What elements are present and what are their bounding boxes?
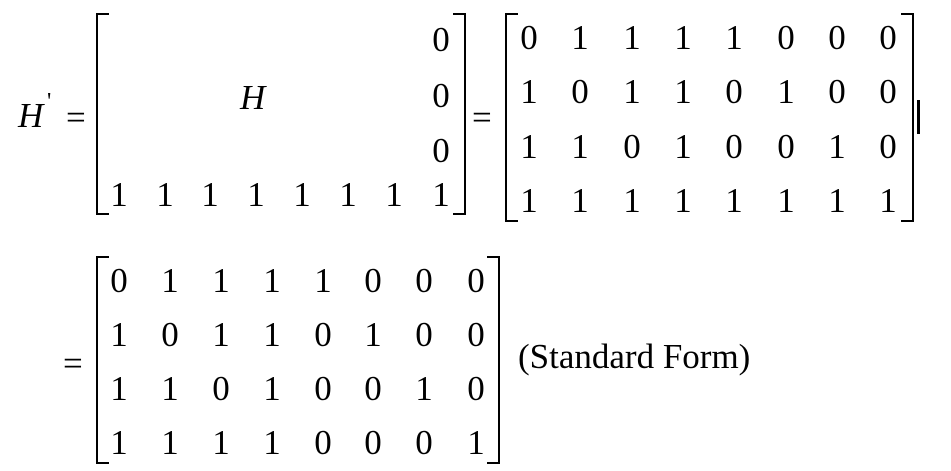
matrix-cell: 0 — [432, 131, 450, 170]
matrix-cell: 0 — [467, 261, 485, 300]
matrix-cell: 0 — [415, 315, 433, 354]
matrix-cell: 0 — [777, 18, 795, 57]
matrix-cell: 1 — [212, 423, 230, 462]
equals-sign-1: = — [66, 98, 86, 137]
prime-mark: ' — [47, 89, 52, 115]
matrix-cell: 0 — [364, 261, 382, 300]
matrix-cell: 1 — [674, 181, 692, 220]
matrix-cell: 1 — [828, 181, 846, 220]
matrix-cell: 1 — [432, 175, 450, 214]
matrix-cell: 1 — [571, 18, 589, 57]
matrix-cell: 0 — [879, 72, 897, 111]
matrix-cell: 1 — [725, 181, 743, 220]
matrix-cell: 1 — [674, 72, 692, 111]
matrix-cell: 0 — [828, 72, 846, 111]
matrix-cell: 1 — [110, 369, 128, 408]
matrix-cell: 1 — [674, 18, 692, 57]
matrix-cell: 1 — [247, 175, 265, 214]
equals-sign-3: = — [63, 344, 83, 383]
matrix-cell: 0 — [623, 127, 641, 166]
matrix-cell: 0 — [467, 315, 485, 354]
matrix-cell: 0 — [432, 76, 450, 115]
matrix-cell: 0 — [415, 261, 433, 300]
matrix-cell: 1 — [263, 261, 281, 300]
matrix-cell: 1 — [828, 127, 846, 166]
matrix-cell: 1 — [415, 369, 433, 408]
matrix-cell: 0 — [879, 18, 897, 57]
matrix-cell: 0 — [415, 423, 433, 462]
matrix-cell: 0 — [432, 20, 450, 59]
matrix-cell: 1 — [110, 175, 128, 214]
matrix-cell: 1 — [777, 181, 795, 220]
matrix-cell: 1 — [110, 423, 128, 462]
matrix-cell: 1 — [263, 315, 281, 354]
matrix-cell: 1 — [571, 127, 589, 166]
lhs-symbol: H — [18, 96, 44, 135]
matrix-cell: 1 — [161, 423, 179, 462]
matrix-cell: 0 — [725, 127, 743, 166]
matrix-cell: 0 — [777, 127, 795, 166]
submatrix-label: H — [240, 78, 266, 117]
matrix-cell: 0 — [571, 72, 589, 111]
matrix-cell: 0 — [879, 127, 897, 166]
matrix-cell: 0 — [364, 423, 382, 462]
matrix-cell: 1 — [520, 72, 538, 111]
matrix-cell: 0 — [314, 315, 332, 354]
matrix-cell: 1 — [263, 423, 281, 462]
matrix-cell: 1 — [110, 315, 128, 354]
matrix-cell: 1 — [364, 315, 382, 354]
matrix-cell: 0 — [520, 18, 538, 57]
matrix-cell: 1 — [212, 315, 230, 354]
matrix-cell: 1 — [212, 261, 230, 300]
matrix-cell: 1 — [339, 175, 357, 214]
equals-sign-2: = — [472, 98, 492, 137]
matrix-cell: 1 — [777, 72, 795, 111]
matrix-cell: 1 — [520, 127, 538, 166]
matrix-cell: 1 — [674, 127, 692, 166]
matrix-cell: 0 — [828, 18, 846, 57]
matrix-cell: 1 — [156, 175, 174, 214]
matrix-cell: 1 — [161, 369, 179, 408]
matrix-cell: 1 — [161, 261, 179, 300]
matrix-cell: 1 — [571, 181, 589, 220]
matrix-cell: 0 — [364, 369, 382, 408]
matrix-cell: 1 — [623, 18, 641, 57]
matrix-cell: 1 — [879, 181, 897, 220]
matrix-cell: 1 — [314, 261, 332, 300]
matrix-cell: 1 — [623, 181, 641, 220]
matrix-cell: 0 — [110, 261, 128, 300]
matrix-cell: 1 — [201, 175, 219, 214]
matrix-cell: 0 — [161, 315, 179, 354]
matrix-cell: 1 — [293, 175, 311, 214]
matrix-cell: 1 — [385, 175, 403, 214]
matrix-cell: 0 — [725, 72, 743, 111]
matrix-cell: 1 — [623, 72, 641, 111]
matrix-cell: 1 — [725, 18, 743, 57]
matrix-cell: 0 — [467, 369, 485, 408]
matrix-cell: 0 — [314, 423, 332, 462]
matrix-cell: 1 — [467, 423, 485, 462]
matrix-cell: 1 — [263, 369, 281, 408]
trailing-bar — [917, 100, 920, 134]
matrix-cell: 0 — [212, 369, 230, 408]
matrix-cell: 1 — [520, 181, 538, 220]
standard-form-annotation: (Standard Form) — [518, 337, 751, 376]
matrix-cell: 0 — [314, 369, 332, 408]
